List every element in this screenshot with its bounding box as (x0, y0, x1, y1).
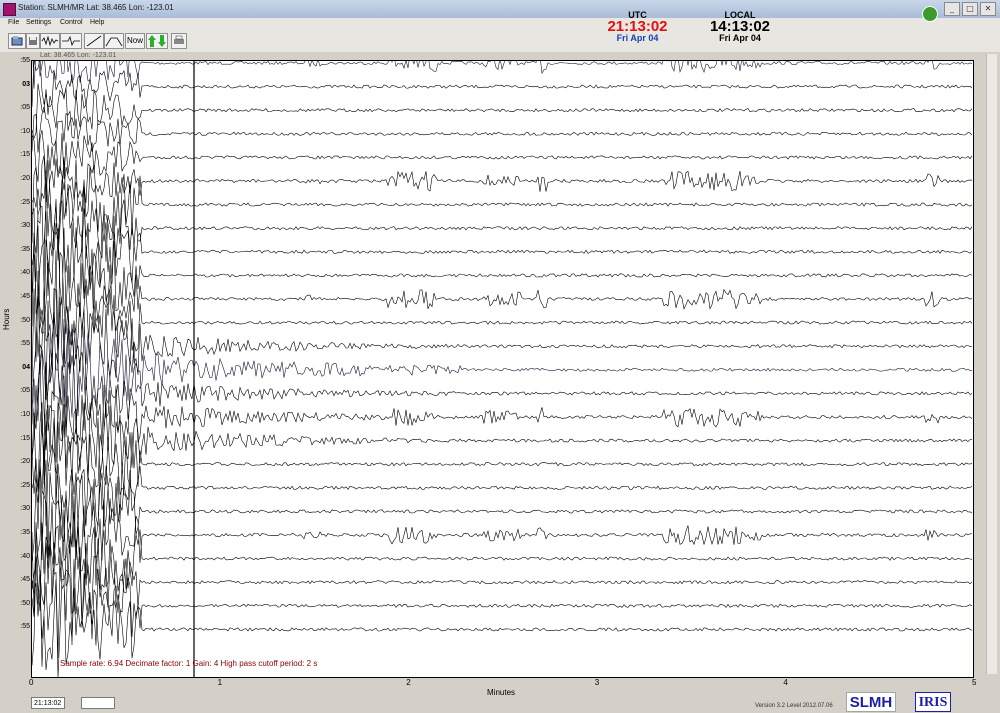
station-logo: SLMH (846, 692, 896, 712)
status-indicator-icon (922, 6, 938, 22)
app-icon (3, 3, 16, 16)
row-label: :35 (20, 529, 30, 536)
menu-help[interactable]: Help (90, 19, 104, 26)
filter-button[interactable] (60, 33, 82, 49)
row-label: :55 (20, 623, 30, 631)
row-label: :45 (20, 576, 30, 584)
row-label: :40 (20, 269, 30, 277)
trace-line (32, 83, 973, 140)
iris-logo: IRIS (915, 692, 951, 712)
trace-line (32, 61, 973, 89)
save-file-icon (29, 37, 37, 45)
row-label: :25 (20, 198, 30, 206)
trace-line (32, 225, 973, 334)
trace-line (32, 296, 973, 401)
highpass-button[interactable] (84, 33, 104, 49)
sample-info: Sample rate: 6.94 Decimate factor: 1 Gai… (60, 659, 318, 668)
x-tick-label: 0 (29, 678, 34, 687)
trace-line (32, 444, 973, 541)
trace-line (32, 501, 973, 617)
row-label: :50 (20, 316, 30, 324)
x-tick-label: 3 (594, 678, 600, 687)
trace-line (32, 459, 973, 562)
open-file-button[interactable] (8, 33, 26, 49)
location-label: Lat: 38.465 Lon: -123.01 (40, 52, 117, 59)
print-icon (174, 35, 184, 44)
x-tick-label: 4 (783, 678, 788, 687)
row-label: :10 (20, 127, 30, 135)
trace-line (32, 490, 973, 590)
row-label: :55 (20, 340, 30, 348)
y-axis-title: Hours (2, 308, 11, 330)
trace-line (32, 522, 973, 624)
waveform-icon (41, 35, 59, 47)
trace-line (32, 359, 973, 463)
row-label: :20 (20, 175, 30, 182)
bandpass-button[interactable] (104, 33, 124, 49)
row-label: :55 (20, 57, 30, 64)
trace-line (32, 250, 973, 357)
row-label: :15 (20, 434, 30, 442)
close-button[interactable]: ✕ (980, 2, 996, 16)
row-label: :30 (20, 505, 30, 513)
trace-line (32, 270, 973, 382)
version-label: Version 3.2 Level 2012.07.06 (755, 703, 833, 709)
row-label: 03 (22, 80, 30, 88)
time-status-field: 21:13:02 (31, 697, 65, 709)
row-label: :25 (20, 481, 30, 489)
menu-settings[interactable]: Settings (26, 19, 51, 26)
x-axis-title: Minutes (487, 688, 516, 697)
trace-line (32, 130, 973, 182)
utc-date: Fri Apr 04 (616, 33, 659, 43)
toolbar: Now UTC 21:13:02 Fri Apr 04 LOCAL 14:13:… (0, 6, 1000, 52)
seismogram-plot[interactable] (31, 60, 974, 678)
x-tick-label: 1 (217, 678, 223, 687)
row-label: :10 (20, 411, 30, 418)
row-label: :05 (20, 387, 30, 395)
bandpass-icon (105, 37, 123, 47)
filter-icon (62, 35, 80, 47)
trace-line (32, 411, 973, 510)
open-file-icon (11, 36, 23, 46)
now-button[interactable]: Now (125, 33, 145, 49)
row-label: :45 (20, 293, 30, 300)
trace-line (32, 155, 973, 258)
row-label: :20 (20, 458, 30, 466)
title-bar: Station: SLMH/MR Lat: 38.465 Lon: -123.0… (0, 0, 1000, 19)
row-label: :15 (20, 151, 30, 159)
maximize-button[interactable]: □ (962, 2, 978, 16)
trace-line (32, 106, 973, 153)
trace-line (32, 319, 973, 427)
save-file-button[interactable] (26, 33, 40, 49)
highpass-icon (86, 35, 102, 47)
menu-file[interactable]: File (8, 19, 19, 26)
trace-line (32, 158, 973, 209)
minimize-button[interactable]: _ (944, 2, 960, 16)
zoom-arrows-icon (148, 35, 166, 47)
vertical-scrollbar[interactable] (986, 54, 997, 674)
row-label: :05 (20, 104, 30, 112)
row-label: 04 (22, 363, 30, 371)
print-button[interactable] (171, 33, 187, 49)
helicorder-traces (32, 61, 973, 677)
trace-line (32, 390, 973, 493)
row-label: :35 (20, 245, 30, 253)
x-tick-label: 2 (406, 678, 411, 687)
row-label: :50 (20, 599, 30, 607)
waveform-button[interactable] (40, 33, 60, 49)
local-date: Fri Apr 04 (719, 33, 761, 43)
second-status-field[interactable] (81, 697, 115, 709)
menu-bar: File Settings Control Help (0, 18, 1000, 30)
row-label: :40 (20, 552, 30, 560)
row-label: :30 (20, 222, 30, 230)
x-tick-label: 5 (972, 678, 977, 687)
zoom-arrows-button[interactable] (146, 33, 168, 49)
menu-control[interactable]: Control (60, 19, 83, 26)
window-title: Station: SLMH/MR Lat: 38.465 Lon: -123.0… (18, 3, 174, 12)
trace-line (32, 556, 973, 667)
